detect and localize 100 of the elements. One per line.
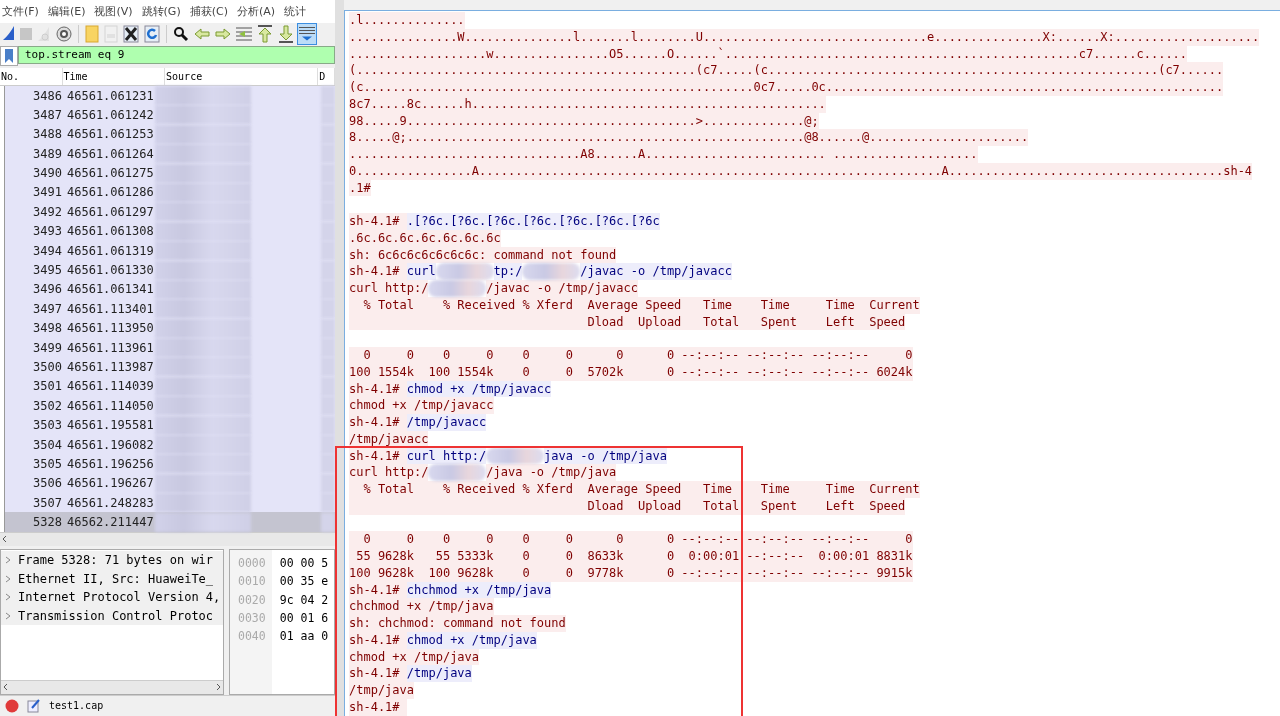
packet-row[interactable]: 5328 46562.211447 (4, 512, 335, 532)
byte-offset: 0010 (238, 574, 266, 591)
chevron-right-icon[interactable] (5, 593, 11, 602)
hex-bytes: 9c 04 2 (279, 592, 329, 609)
packet-row[interactable]: 3492 46561.061297 (4, 202, 335, 222)
packet-row[interactable]: 3495 46561.061330 (4, 260, 335, 280)
packet-number: 3486 (32, 88, 62, 103)
scroll-right-icon (216, 683, 221, 692)
packet-time: 46561.061308 (67, 224, 154, 239)
column-header[interactable]: Source (165, 67, 319, 85)
back-arrow-icon (194, 27, 210, 40)
hex-bytes: 00 01 6 (279, 611, 329, 627)
packet-row[interactable]: 3502 46561.114050 (4, 396, 335, 416)
packet-row[interactable]: 3503 46561.195581 (4, 415, 335, 435)
chevron-right-icon[interactable] (5, 556, 11, 565)
packet-row[interactable]: 3507 46561.248283 (4, 493, 335, 513)
server-text: chmod +x /tmp/javacc (349, 397, 494, 414)
shark-fin-icon (3, 26, 15, 42)
packet-row[interactable]: 3505 46561.196256 (4, 454, 335, 474)
packet-number: 3502 (32, 398, 62, 413)
client-text: /javac -o /tmp/javacc (580, 263, 732, 280)
scroll-left-icon (2, 535, 7, 544)
packet-time: 46561.195581 (67, 418, 154, 433)
close-icon (123, 24, 139, 43)
packet-row[interactable]: 3490 46561.061275 (4, 163, 335, 183)
packet-number: 3500 (32, 360, 62, 374)
toolbar-button[interactable] (276, 22, 296, 45)
packet-time: 46561.196267 (67, 476, 154, 491)
packet-row[interactable]: 3501 46561.114039 (4, 376, 335, 397)
packet-row[interactable]: 3487 46561.061242 (4, 105, 335, 125)
toolbar-button[interactable] (255, 22, 275, 45)
packet-number: 3487 (32, 107, 62, 122)
client-text: tp:/ (493, 263, 523, 280)
menu-item[interactable]: 分析(A) (236, 3, 276, 19)
menu-item[interactable]: 捕获(C) (189, 3, 228, 19)
byte-offset: 0030 (238, 611, 266, 627)
packet-row[interactable]: 3504 46561.196082 (4, 434, 335, 455)
server-text: % Total % Received % Xferd Average Speed Time Time Time Current (349, 296, 920, 314)
packet-number: 3490 (32, 166, 62, 181)
column-header[interactable]: Time (62, 67, 166, 85)
menu-item[interactable]: 视图(V) (94, 3, 133, 19)
menu-item[interactable]: 跳转(G) (141, 3, 181, 19)
menu-item[interactable]: 文件(F) (2, 3, 39, 19)
jump-icon (236, 26, 252, 41)
hex-bytes: 00 00 5 (279, 555, 329, 572)
bookmark-icon (5, 48, 13, 63)
stop-icon (20, 27, 32, 40)
packet-number: 3507 (32, 495, 62, 510)
packet-time: 46561.061341 (67, 282, 154, 297)
packet-row[interactable]: 3499 46561.113961 (4, 337, 335, 358)
horizontal-scrollbar[interactable] (1, 679, 223, 694)
packet-time: 46562.211447 (67, 515, 154, 530)
packet-row[interactable]: 3489 46561.061264 (4, 144, 335, 164)
file-icon (104, 24, 118, 43)
packet-row[interactable]: 3493 46561.061308 (4, 221, 335, 241)
packet-number: 3491 (32, 185, 62, 200)
server-text: chchmod +x /tmp/java (349, 598, 494, 615)
pane-splitter[interactable] (335, 0, 344, 716)
packet-row[interactable]: 3496 46561.061341 (4, 279, 335, 300)
redaction-blur (428, 280, 487, 297)
server-text: 0 0 0 0 0 0 0 0 --:--:-- --:--:-- --:--:-- 0 (349, 531, 913, 548)
server-text: sh: chchmod: command not found (349, 615, 566, 632)
packet-row[interactable]: 3506 46561.196267 (4, 473, 335, 494)
menu-item[interactable]: 编辑(E) (47, 3, 86, 19)
packet-time: 46561.114039 (67, 379, 154, 394)
packet-row[interactable]: 3494 46561.061319 (4, 240, 335, 261)
packet-time: 46561.113950 (67, 321, 154, 336)
column-header[interactable]: No. (0, 67, 63, 85)
server-text: 0 0 0 0 0 0 0 0 --:--:-- --:--:-- --:--:-- 0 (349, 347, 913, 364)
packet-time: 46561.113961 (67, 340, 154, 355)
packet-number: 3488 (32, 127, 62, 142)
chevron-right-icon[interactable] (5, 574, 11, 583)
packet-row[interactable]: 3497 46561.113401 (4, 299, 335, 319)
packet-row[interactable]: 3486 46561.061231 (4, 85, 335, 106)
packet-row[interactable]: 3498 46561.113950 (4, 318, 335, 338)
hex-bytes: 01 aa 0 (279, 629, 329, 646)
packet-time: 46561.196256 (67, 456, 154, 471)
server-text: (...............................................(c7.....(c......................................................(c7...... (349, 62, 1224, 79)
packet-number: 3493 (32, 224, 62, 239)
menu-item[interactable]: 统计 (284, 3, 307, 19)
toolbar-button[interactable] (121, 22, 141, 45)
toolbar-button[interactable] (297, 22, 317, 45)
packet-row[interactable]: 3491 46561.061286 (4, 182, 335, 203)
packet-time: 46561.061275 (67, 166, 154, 181)
scroll-left-icon (3, 683, 8, 692)
expert-info-dot-icon[interactable] (5, 698, 19, 713)
display-filter-field[interactable]: top.stream eq 9 (18, 45, 335, 64)
packet-row[interactable]: 3488 46561.061253 (4, 124, 335, 144)
chevron-right-icon[interactable] (5, 611, 11, 620)
forward-arrow-icon (215, 27, 231, 40)
byte-offset: 0040 (238, 629, 266, 646)
bookmark-button[interactable] (0, 45, 18, 66)
packet-time: 46561.196082 (67, 437, 154, 452)
server-text: .l.............. (349, 12, 465, 29)
packet-number: 3497 (32, 301, 62, 316)
packet-row[interactable]: 3500 46561.113987 (4, 357, 335, 377)
stream-text-area[interactable] (344, 10, 1280, 716)
packet-time: 46561.061286 (67, 185, 154, 200)
note-edit-icon[interactable] (27, 698, 41, 713)
search-icon (173, 25, 189, 42)
